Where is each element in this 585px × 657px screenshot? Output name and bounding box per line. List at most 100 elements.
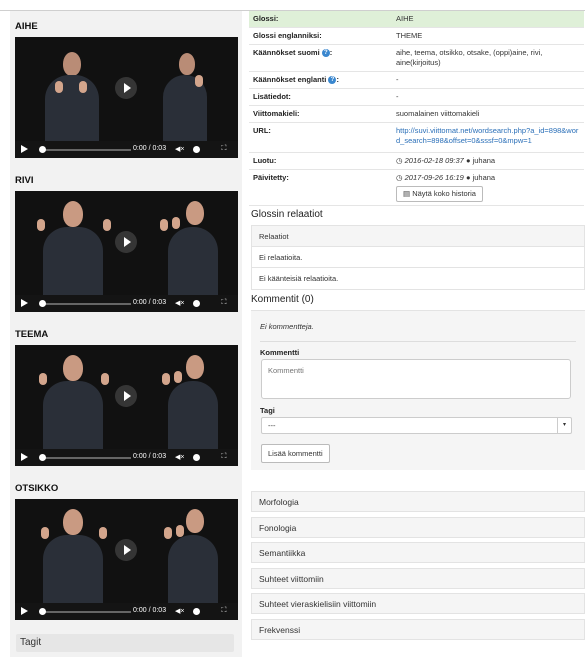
section-sign-relations[interactable]: Suhteet viittomiin bbox=[251, 567, 585, 589]
history-icon: ▤ bbox=[403, 189, 411, 198]
label-gloss-english: Glossi englanniksi: bbox=[249, 27, 392, 45]
label-translations-en: Käännökset englanti ?: bbox=[249, 71, 392, 89]
url-link[interactable]: http://suvi.viittomat.net/wordsearch.php… bbox=[396, 126, 578, 145]
video-player[interactable]: 0:00 / 0:03 ◀× ⛶ bbox=[15, 37, 238, 158]
video-time: 0:00 / 0:03 bbox=[133, 145, 167, 152]
add-comment-button[interactable]: Lisää kommentti bbox=[261, 444, 330, 463]
seek-bar[interactable] bbox=[41, 149, 131, 151]
volume-knob[interactable] bbox=[193, 608, 200, 615]
details-accordion: Morfologia Fonologia Semantiikka Suhteet… bbox=[251, 491, 585, 644]
row-translations-en: Käännökset englanti ?: - bbox=[249, 71, 584, 89]
video-block-otsikko: OTSIKKO 0:00 / 0:03 ◀× ⛶ bbox=[15, 479, 238, 620]
video-controls: 0:00 / 0:03 ◀× ⛶ bbox=[15, 295, 238, 312]
section-morphology[interactable]: Morfologia bbox=[251, 491, 585, 512]
tag-select[interactable]: --- ▾ bbox=[261, 417, 572, 434]
section-frequency[interactable]: Frekvenssi bbox=[251, 618, 585, 640]
play-overlay-button[interactable] bbox=[115, 539, 137, 561]
video-player[interactable]: 0:00 / 0:03 ◀× ⛶ bbox=[15, 345, 238, 466]
volume-knob[interactable] bbox=[193, 300, 200, 307]
value-created: ◷ 2016-02-18 09:37 ● juhana bbox=[392, 152, 584, 170]
row-sign-language: Viittomakieli: suomalainen viittomakieli bbox=[249, 105, 584, 123]
chevron-down-icon[interactable]: ▾ bbox=[557, 418, 571, 433]
comments-empty: Ei kommentteja. bbox=[260, 322, 314, 331]
volume-knob[interactable] bbox=[193, 146, 200, 153]
fullscreen-icon[interactable]: ⛶ bbox=[219, 299, 229, 307]
tags-panel-heading[interactable]: Tagit bbox=[16, 634, 234, 652]
comment-label: Kommentti bbox=[260, 348, 300, 357]
label-sign-language: Viittomakieli: bbox=[249, 105, 392, 123]
play-icon[interactable] bbox=[21, 607, 28, 615]
value-sign-language: suomalainen viittomakieli bbox=[392, 105, 584, 123]
seek-knob[interactable] bbox=[39, 146, 46, 153]
seek-knob[interactable] bbox=[39, 608, 46, 615]
row-updated: Päivitetty: ◷ 2017-09-26 16:19 ● juhana … bbox=[249, 169, 584, 206]
mute-icon[interactable]: ◀× bbox=[175, 607, 185, 615]
play-overlay-button[interactable] bbox=[115, 77, 137, 99]
video-column: AIHE 0:00 / 0:03 ◀× ⛶ RIVI 0:00 / 0:03 ◀… bbox=[10, 11, 242, 657]
comments-heading: Kommentit (0) bbox=[251, 294, 314, 305]
label-created: Luotu: bbox=[249, 152, 392, 170]
video-title: RIVI bbox=[15, 175, 34, 186]
help-icon[interactable]: ? bbox=[321, 49, 330, 58]
video-title: OTSIKKO bbox=[15, 483, 59, 494]
seek-bar[interactable] bbox=[41, 457, 131, 459]
fullscreen-icon[interactable]: ⛶ bbox=[219, 145, 229, 153]
value-translations-en: - bbox=[392, 71, 584, 89]
tag-label: Tagi bbox=[260, 406, 275, 415]
seek-knob[interactable] bbox=[39, 454, 46, 461]
updated-date: 2017-09-26 16:19 bbox=[404, 173, 464, 182]
video-title: AIHE bbox=[15, 21, 38, 32]
tag-select-value: --- bbox=[268, 421, 276, 430]
help-icon[interactable]: ? bbox=[328, 76, 337, 85]
value-extra-info: - bbox=[392, 88, 584, 106]
value-gloss: AIHE bbox=[392, 11, 584, 28]
play-icon[interactable] bbox=[21, 453, 28, 461]
seek-bar[interactable] bbox=[41, 611, 131, 613]
value-translations-fi: aihe, teema, otsikko, otsake, (oppi)aine… bbox=[392, 44, 584, 72]
relations-none: Ei relaatioita. bbox=[252, 247, 584, 268]
video-player[interactable]: 0:00 / 0:03 ◀× ⛶ bbox=[15, 191, 238, 312]
history-button-label: Näytä koko historia bbox=[412, 189, 476, 198]
user-icon: ● bbox=[465, 173, 471, 182]
clock-icon: ◷ bbox=[396, 156, 403, 165]
relations-none-reverse: Ei käänteisiä relaatioita. bbox=[259, 274, 339, 283]
play-icon[interactable] bbox=[21, 299, 28, 307]
video-player[interactable]: 0:00 / 0:03 ◀× ⛶ bbox=[15, 499, 238, 620]
row-url: URL: http://suvi.viittomat.net/wordsearc… bbox=[249, 122, 584, 153]
relations-heading: Glossin relaatiot bbox=[251, 209, 323, 220]
seek-knob[interactable] bbox=[39, 300, 46, 307]
mute-icon[interactable]: ◀× bbox=[175, 453, 185, 461]
video-block-rivi: RIVI 0:00 / 0:03 ◀× ⛶ bbox=[15, 171, 238, 312]
fullscreen-icon[interactable]: ⛶ bbox=[219, 607, 229, 615]
label-text: Käännökset englanti bbox=[253, 75, 327, 84]
show-history-button[interactable]: ▤ Näytä koko historia bbox=[396, 186, 483, 202]
play-overlay-button[interactable] bbox=[115, 231, 137, 253]
label-url: URL: bbox=[249, 122, 392, 153]
row-gloss-english: Glossi englanniksi: THEME bbox=[249, 27, 584, 45]
video-block-teema: TEEMA 0:00 / 0:03 ◀× ⛶ bbox=[15, 325, 238, 466]
video-controls: 0:00 / 0:03 ◀× ⛶ bbox=[15, 603, 238, 620]
video-controls: 0:00 / 0:03 ◀× ⛶ bbox=[15, 141, 238, 158]
seek-bar[interactable] bbox=[41, 303, 131, 305]
fullscreen-icon[interactable]: ⛶ bbox=[219, 453, 229, 461]
video-title: TEEMA bbox=[15, 329, 49, 340]
url-cell: http://suvi.viittomat.net/wordsearch.php… bbox=[392, 122, 584, 153]
play-overlay-button[interactable] bbox=[115, 385, 137, 407]
mute-icon[interactable]: ◀× bbox=[175, 299, 185, 307]
row-created: Luotu: ◷ 2016-02-18 09:37 ● juhana bbox=[249, 152, 584, 170]
section-foreign-sign-relations[interactable]: Suhteet vieraskielisiin viittomiin bbox=[251, 593, 585, 614]
section-semantics[interactable]: Semantiikka bbox=[251, 542, 585, 563]
volume-knob[interactable] bbox=[193, 454, 200, 461]
gloss-info-table: Glossi: AIHE Glossi englanniksi: THEME K… bbox=[249, 11, 584, 206]
comment-textarea[interactable] bbox=[261, 359, 571, 399]
label-translations-fi: Käännökset suomi ?: bbox=[249, 44, 392, 72]
divider bbox=[260, 341, 576, 342]
section-phonology[interactable]: Fonologia bbox=[251, 516, 585, 538]
row-translations-fi: Käännökset suomi ?: aihe, teema, otsikko… bbox=[249, 44, 584, 72]
play-icon[interactable] bbox=[21, 145, 28, 153]
mute-icon[interactable]: ◀× bbox=[175, 145, 185, 153]
video-time: 0:00 / 0:03 bbox=[133, 607, 167, 614]
row-gloss: Glossi: AIHE bbox=[249, 11, 584, 28]
label-updated: Päivitetty: bbox=[249, 169, 392, 206]
relations-header: Relaatiot bbox=[252, 226, 584, 247]
